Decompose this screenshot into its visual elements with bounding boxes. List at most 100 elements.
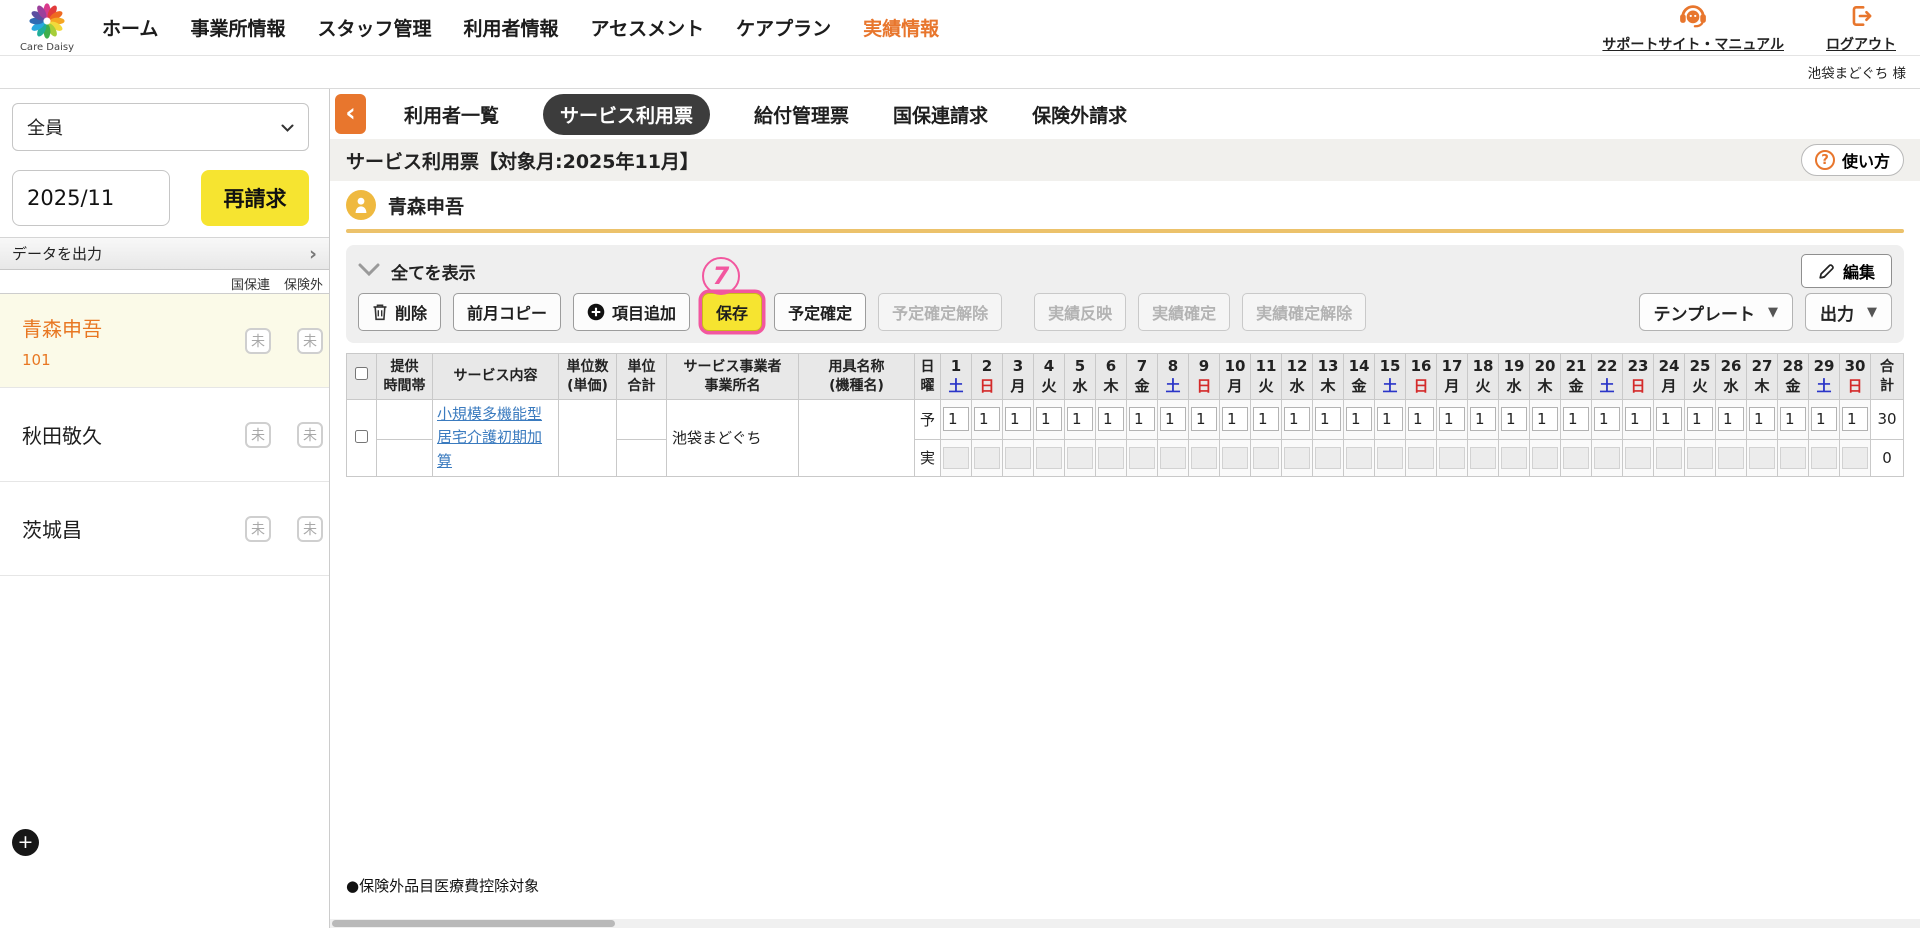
user-list-item-1[interactable]: 青森申吾 101 未未	[0, 294, 329, 388]
actual-day-cell[interactable]	[1002, 438, 1034, 477]
actual-day-input[interactable]	[1129, 446, 1155, 469]
copy-prev-month-button[interactable]: 前月コピー	[453, 293, 562, 331]
plan-day-cell[interactable]: 1	[1250, 399, 1282, 440]
actual-day-input[interactable]	[1377, 446, 1403, 469]
actual-day-cell[interactable]	[1343, 438, 1375, 477]
actual-day-cell[interactable]	[1467, 438, 1499, 477]
actual-day-cell[interactable]	[1281, 438, 1313, 477]
plan-day-input[interactable]: 1	[1222, 407, 1248, 432]
plan-day-input[interactable]: 1	[1532, 407, 1558, 432]
actual-day-cell[interactable]	[1653, 438, 1685, 477]
actual-day-input[interactable]	[943, 446, 969, 469]
plan-day-input[interactable]: 1	[1439, 407, 1465, 432]
plan-day-input[interactable]: 1	[1842, 407, 1868, 432]
actual-day-cell[interactable]	[1436, 438, 1468, 477]
plan-day-cell[interactable]: 1	[1405, 399, 1437, 440]
plan-day-cell[interactable]: 1	[1498, 399, 1530, 440]
actual-day-cell[interactable]	[940, 438, 972, 477]
plan-day-input[interactable]: 1	[1594, 407, 1620, 432]
plan-day-cell[interactable]: 1	[1808, 399, 1840, 440]
back-button[interactable]: ‹	[335, 94, 366, 134]
plan-day-cell[interactable]: 1	[1436, 399, 1468, 440]
plan-day-cell[interactable]: 1	[1715, 399, 1747, 440]
actual-day-cell[interactable]	[1498, 438, 1530, 477]
actual-day-cell[interactable]	[1746, 438, 1778, 477]
nav-item-4[interactable]: 利用者情報	[463, 14, 558, 41]
plan-day-input[interactable]: 1	[1780, 407, 1806, 432]
template-dropdown[interactable]: テンプレート ▼	[1638, 293, 1793, 331]
confirm-plan-button[interactable]: 予定確定	[774, 293, 867, 331]
actual-day-input[interactable]	[1625, 446, 1651, 469]
user-list-item-3[interactable]: 茨城昌 未未	[0, 482, 329, 576]
plan-day-input[interactable]: 1	[1315, 407, 1341, 432]
plan-day-cell[interactable]: 1	[1064, 399, 1096, 440]
actual-day-cell[interactable]	[1219, 438, 1251, 477]
plan-day-cell[interactable]: 1	[1777, 399, 1809, 440]
actual-day-input[interactable]	[1284, 446, 1310, 469]
plan-day-cell[interactable]: 1	[1839, 399, 1871, 440]
tab-3[interactable]: 給付管理票	[754, 101, 849, 128]
nav-item-3[interactable]: スタッフ管理	[317, 14, 431, 41]
actual-day-cell[interactable]	[1808, 438, 1840, 477]
plan-day-cell[interactable]: 1	[1126, 399, 1158, 440]
actual-day-input[interactable]	[1842, 446, 1868, 469]
nav-item-7[interactable]: 実績情報	[863, 14, 939, 41]
actual-day-input[interactable]	[1780, 446, 1806, 469]
actual-day-cell[interactable]	[1312, 438, 1344, 477]
actual-day-input[interactable]	[1439, 446, 1465, 469]
actual-day-cell[interactable]	[1715, 438, 1747, 477]
actual-day-input[interactable]	[1346, 446, 1372, 469]
plan-day-cell[interactable]: 1	[1033, 399, 1065, 440]
actual-day-cell[interactable]	[1157, 438, 1189, 477]
plan-day-cell[interactable]: 1	[1591, 399, 1623, 440]
plan-day-input[interactable]: 1	[1346, 407, 1372, 432]
actual-day-input[interactable]	[1315, 446, 1341, 469]
plan-day-input[interactable]: 1	[1377, 407, 1403, 432]
actual-day-cell[interactable]	[1033, 438, 1065, 477]
export-data-button[interactable]: データを出力 ›	[0, 237, 329, 270]
plan-day-input[interactable]: 1	[1470, 407, 1496, 432]
tab-1[interactable]: 利用者一覧	[404, 101, 499, 128]
plan-day-input[interactable]: 1	[1284, 407, 1310, 432]
plan-day-input[interactable]: 1	[1687, 407, 1713, 432]
plan-day-cell[interactable]: 1	[1622, 399, 1654, 440]
plan-day-cell[interactable]: 1	[1219, 399, 1251, 440]
actual-day-input[interactable]	[1036, 446, 1062, 469]
plan-day-input[interactable]: 1	[1811, 407, 1837, 432]
plan-day-cell[interactable]: 1	[940, 399, 972, 440]
actual-day-cell[interactable]	[1684, 438, 1716, 477]
show-all-label[interactable]: 全てを表示	[391, 259, 476, 284]
actual-day-input[interactable]	[1687, 446, 1713, 469]
select-all-checkbox[interactable]	[355, 367, 368, 381]
plan-day-cell[interactable]: 1	[1684, 399, 1716, 440]
plan-day-cell[interactable]: 1	[1374, 399, 1406, 440]
actual-day-input[interactable]	[1656, 446, 1682, 469]
plan-day-input[interactable]: 1	[943, 407, 969, 432]
actual-day-input[interactable]	[1749, 446, 1775, 469]
plan-day-cell[interactable]: 1	[1157, 399, 1189, 440]
plan-day-cell[interactable]: 1	[1095, 399, 1127, 440]
actual-day-cell[interactable]	[1591, 438, 1623, 477]
delete-button[interactable]: 削除	[358, 293, 442, 331]
actual-day-cell[interactable]	[1374, 438, 1406, 477]
plan-day-cell[interactable]: 1	[1529, 399, 1561, 440]
actual-day-input[interactable]	[1470, 446, 1496, 469]
actual-day-cell[interactable]	[1560, 438, 1592, 477]
actual-day-input[interactable]	[974, 446, 1000, 469]
collapse-chevron-icon[interactable]	[358, 261, 380, 281]
actual-day-input[interactable]	[1098, 446, 1124, 469]
nav-item-1[interactable]: ホーム	[102, 14, 158, 41]
tab-2[interactable]: サービス利用票	[543, 93, 711, 135]
nav-item-2[interactable]: 事業所情報	[190, 14, 285, 41]
plan-day-input[interactable]: 1	[1718, 407, 1744, 432]
actual-day-cell[interactable]	[971, 438, 1003, 477]
plan-day-input[interactable]: 1	[1067, 407, 1093, 432]
row-checkbox[interactable]	[355, 429, 368, 443]
plan-day-input[interactable]: 1	[1656, 407, 1682, 432]
actual-day-cell[interactable]	[1250, 438, 1282, 477]
plan-day-cell[interactable]: 1	[1002, 399, 1034, 440]
actual-day-input[interactable]	[1005, 446, 1031, 469]
actual-day-input[interactable]	[1532, 446, 1558, 469]
scrollbar-thumb[interactable]	[332, 920, 615, 927]
actual-day-input[interactable]	[1160, 446, 1186, 469]
